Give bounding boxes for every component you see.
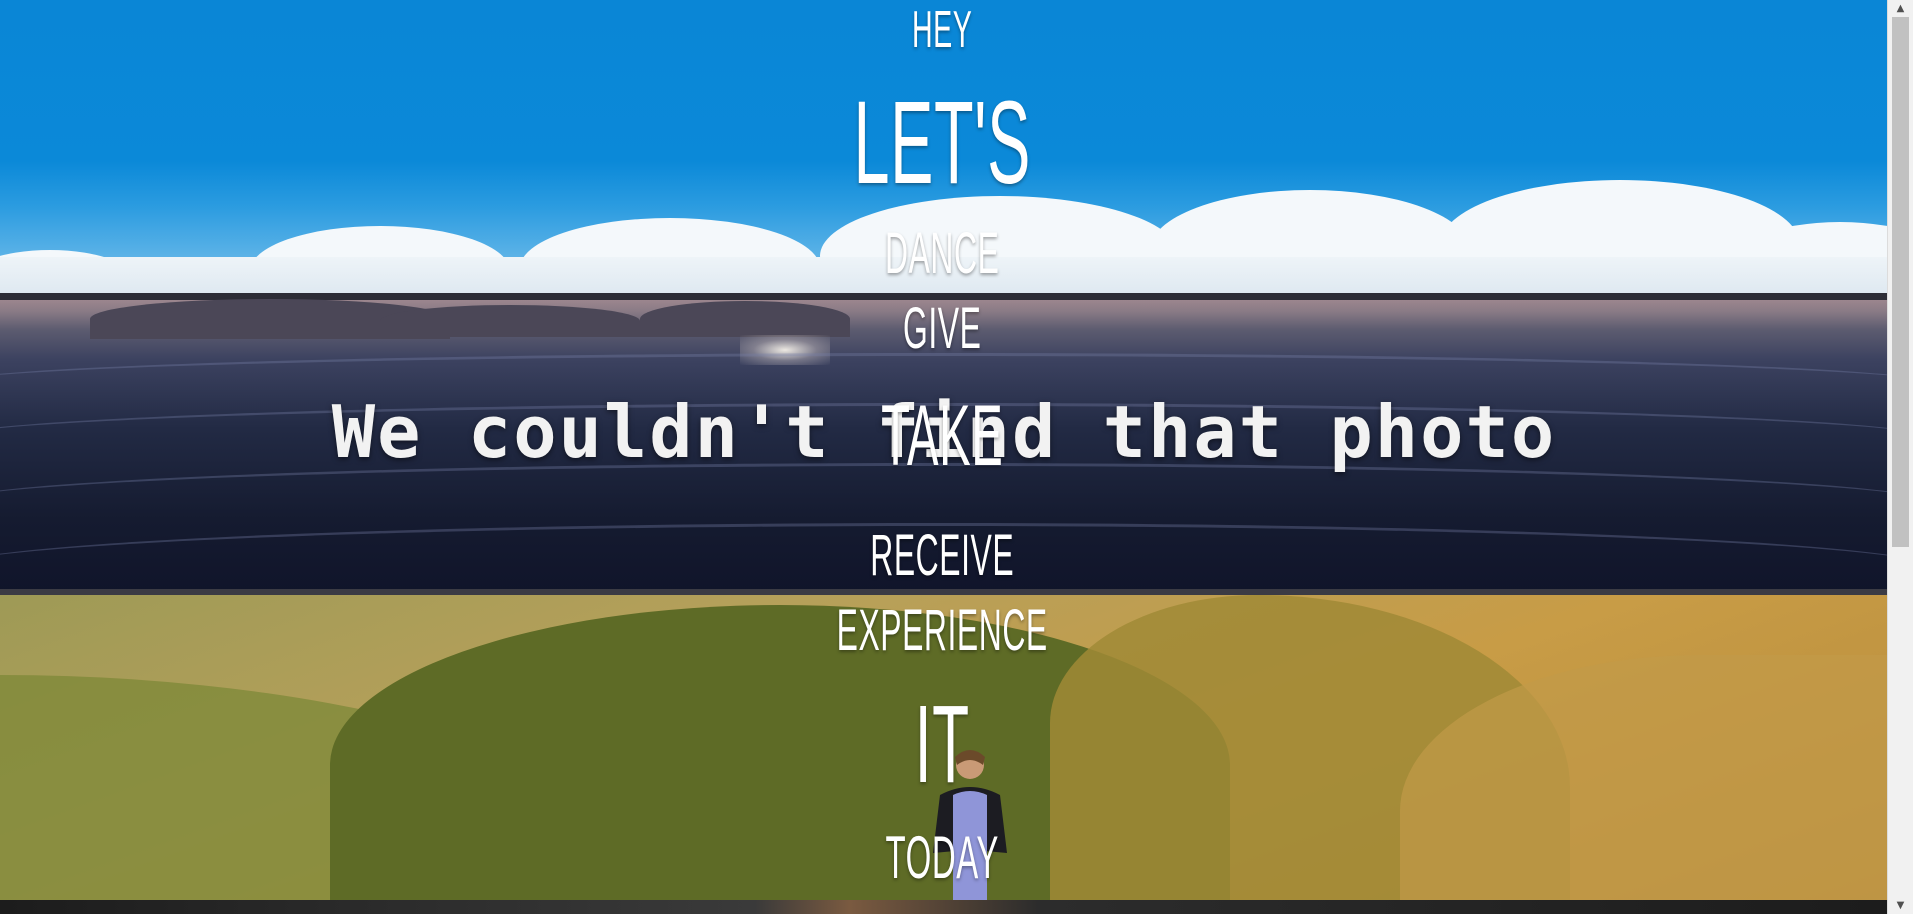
page: We couldn't find that photo HEY LET'S DA… bbox=[0, 0, 1888, 914]
vertical-scrollbar[interactable]: ▲ ▼ bbox=[1887, 0, 1913, 914]
island bbox=[380, 305, 640, 337]
sky-image-panel bbox=[0, 0, 1888, 293]
mountain-image-panel bbox=[0, 595, 1888, 900]
wave bbox=[0, 523, 1888, 595]
cloud-base bbox=[0, 257, 1888, 293]
scrollbar-thumb[interactable] bbox=[1892, 17, 1909, 547]
ocean-image-panel: We couldn't find that photo bbox=[0, 293, 1888, 595]
scroll-up-arrow-icon[interactable]: ▲ bbox=[1888, 0, 1913, 17]
scroll-down-arrow-icon[interactable]: ▼ bbox=[1888, 897, 1913, 914]
next-image-panel-edge bbox=[0, 900, 1888, 914]
hiker-figure bbox=[933, 750, 1007, 900]
island bbox=[640, 301, 850, 337]
photo-not-found-message: We couldn't find that photo bbox=[331, 390, 1557, 474]
